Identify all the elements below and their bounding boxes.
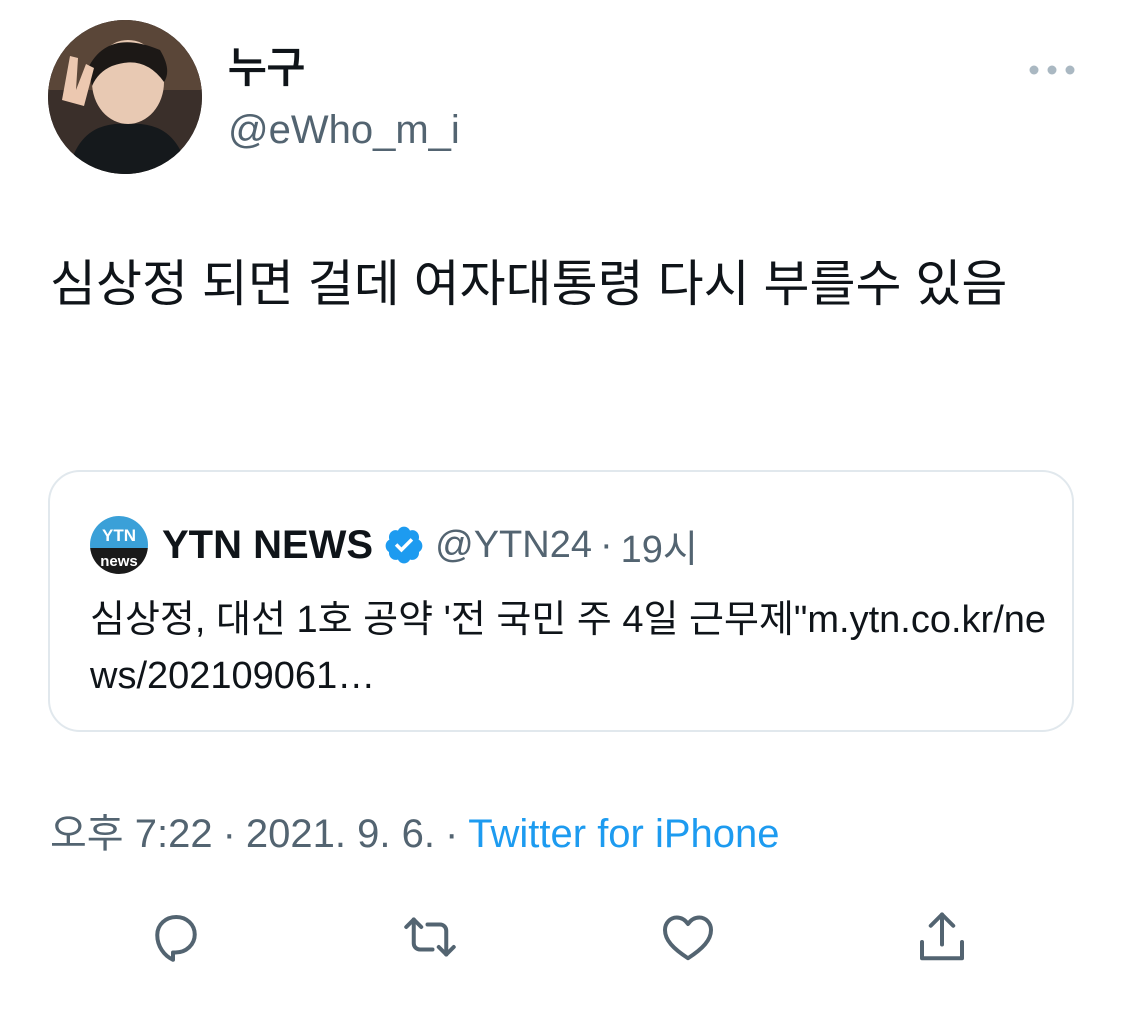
author-avatar[interactable] bbox=[48, 20, 202, 174]
reply-icon[interactable] bbox=[146, 906, 206, 968]
share-icon[interactable] bbox=[912, 906, 972, 968]
author-display-name[interactable]: 누구 bbox=[228, 44, 305, 92]
tweet-text: 심상정 되면 걸데 여자대통령 다시 부를수 있음 bbox=[50, 256, 1008, 312]
quoted-time: 19시 bbox=[620, 528, 698, 571]
quoted-tweet-card[interactable]: YTN news YTN NEWS @YTN24 · 19시 심상정, 대선 1… bbox=[48, 470, 1074, 732]
verified-badge-icon bbox=[383, 524, 425, 566]
retweet-icon[interactable] bbox=[400, 906, 460, 968]
ytn-logo-top-text: YTN bbox=[102, 526, 136, 545]
tweet-meta: 오후 7:22 · 2021. 9. 6. · Twitter for iPhone bbox=[50, 808, 780, 860]
heart-icon[interactable] bbox=[658, 906, 718, 968]
quoted-tweet-header: YTN NEWS @YTN24 · 19시 bbox=[162, 516, 698, 574]
ytn-logo-bottom-text: news bbox=[100, 553, 138, 570]
meta-separator-2: · bbox=[444, 812, 459, 856]
quoted-handle: @YTN24 bbox=[435, 523, 592, 566]
quoted-separator: · bbox=[599, 523, 613, 566]
ytn-logo: YTN news bbox=[90, 516, 148, 574]
author-handle[interactable]: @eWho_m_i bbox=[228, 106, 460, 154]
tweet-time[interactable]: 오후 7:22 bbox=[50, 812, 213, 856]
quoted-tweet-text: 심상정, 대선 1호 공약 '전 국민 주 4일 근무제"m.ytn.co.kr… bbox=[90, 599, 1047, 697]
more-options-icon[interactable] bbox=[1024, 54, 1080, 86]
meta-separator: · bbox=[222, 812, 236, 856]
tweet-source-link[interactable]: Twitter for iPhone bbox=[468, 812, 779, 856]
quoted-display-name: YTN NEWS bbox=[162, 522, 374, 567]
tweet-date[interactable]: 2021. 9. 6. bbox=[246, 812, 435, 856]
